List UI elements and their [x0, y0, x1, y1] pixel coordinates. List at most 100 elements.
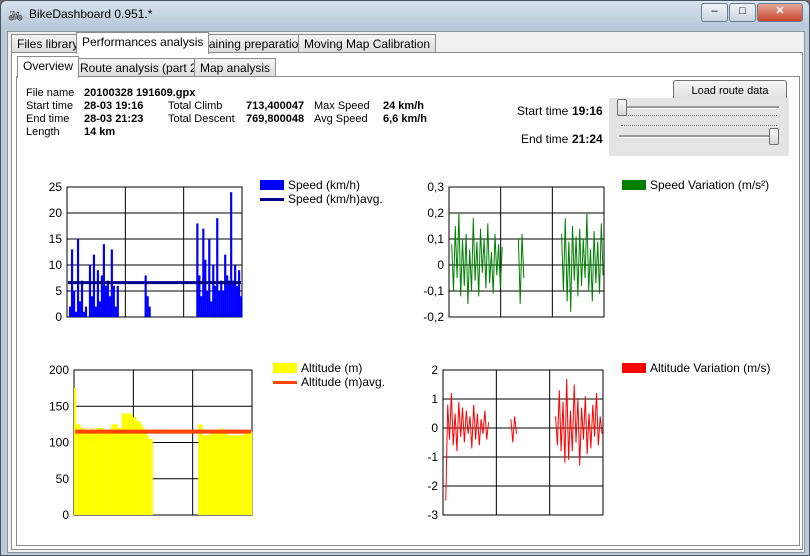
chart3-altitude-bar [241, 435, 244, 515]
chart3-altitude-bar [100, 428, 104, 515]
chart3-altitude-bar [204, 435, 207, 515]
chart3-altitude-bar [117, 428, 120, 515]
chart4-y-tick-label: 0 [431, 421, 438, 435]
total-descent-label: Total Descent [168, 113, 235, 125]
chart1-legend-swatch [260, 198, 284, 201]
start-slider-track[interactable] [619, 106, 779, 109]
chart3-altitude-bar [127, 413, 131, 515]
tab-moving-map-calibration[interactable]: Moving Map Calibration [298, 34, 437, 53]
chart3-altitude-bar [144, 429, 147, 515]
chart1-speed-bar [82, 311, 86, 317]
minimize-button[interactable]: – [701, 3, 728, 22]
subtab-overview[interactable]: Overview [17, 56, 80, 78]
chart1-speed-bar [222, 291, 225, 317]
chart3-altitude-bar [84, 431, 87, 515]
chart3-altitude-bar [113, 424, 116, 515]
chart3-altitude-bar [239, 435, 242, 515]
file-name-value: 20100328 191609.gpx [84, 87, 196, 99]
chart3-altitude-bar [247, 431, 251, 515]
chart1-legend-label: Speed (km/h) [288, 178, 360, 192]
chart3-altitude-bar [233, 435, 236, 515]
chart1-speed-bar [240, 296, 243, 317]
chart1-speed-bar [68, 306, 72, 317]
chart3-altitude-bar [78, 424, 81, 515]
chart3-y-tick-label: 100 [49, 436, 69, 450]
chart1-speed-bar [146, 296, 149, 317]
subtab-route-analysis[interactable]: Route analysis (part 2) [74, 58, 207, 77]
chart3-altitude-bar [148, 438, 151, 515]
end-slider-ticks [621, 125, 777, 129]
chart3-altitude-bar [136, 420, 139, 515]
tab-training-preparation[interactable]: Training preparation [192, 34, 311, 53]
start-slider-thumb[interactable] [617, 99, 627, 116]
client-area: Files library Performances analysis Trai… [7, 31, 805, 553]
chart1-speed-bar [116, 285, 119, 317]
chart3-altitude-bar [243, 431, 246, 515]
overview-panel: File name 20100328 191609.gpx Start time… [16, 76, 800, 546]
chart1-speed-bar [106, 280, 109, 317]
chart3-altitude-bar [208, 435, 211, 515]
chart1-y-tick-label: 25 [49, 180, 63, 194]
chart3-altitude-bar [88, 431, 91, 515]
maximize-button[interactable]: □ [729, 3, 756, 22]
chart2-y-tick-label: -0,1 [423, 284, 444, 298]
chart3-altitude-bar [249, 431, 253, 515]
chart2-y-tick-label: 0,1 [427, 232, 444, 246]
chart3-altitude-bar [102, 429, 106, 515]
chart3-altitude-bar [227, 435, 230, 515]
chart1-speed-bar [218, 291, 221, 317]
chart3-altitude-bar [229, 435, 232, 515]
avg-speed-value: 6,6 km/h [383, 113, 428, 125]
chart3-legend-swatch [273, 381, 297, 384]
chart1-speed-bar [72, 291, 76, 317]
chart1-speed-bar [96, 270, 100, 317]
end-time-value: 28-03 21:23 [84, 113, 144, 125]
window-title: BikeDashboard 0.951.* [29, 7, 153, 21]
chart3-altitude-bar [220, 428, 224, 515]
close-button[interactable]: ✕ [757, 3, 803, 22]
chart3-altitude-bar [119, 428, 122, 515]
chart1-speed-bar [94, 306, 98, 317]
chart1-speed-bar [90, 296, 94, 317]
chart1-speed-bar [148, 306, 151, 317]
chart1-speed-bar [196, 223, 199, 317]
chart3-y-tick-label: 200 [49, 363, 69, 377]
file-name-label: File name [26, 87, 75, 99]
chart3-altitude-bar [94, 429, 97, 515]
subtab-map-analysis[interactable]: Map analysis [194, 58, 277, 77]
chart4-legend-swatch [622, 363, 646, 373]
chart3-altitude-bar [210, 429, 213, 515]
title-bar[interactable]: 🚲︎ BikeDashboard 0.951.* – □ ✕ [1, 1, 809, 29]
chart1-legend-swatch [260, 180, 284, 190]
chart3-altitude-bar [214, 429, 218, 515]
chart3-altitude-bar [123, 413, 126, 515]
chart3-altitude-bar [125, 413, 129, 515]
chart1-legend-label: Speed (km/h)avg. [288, 192, 383, 206]
chart1-speed-bar [214, 285, 217, 317]
max-speed-label: Max Speed [314, 100, 370, 112]
chart4-y-tick-label: -3 [427, 508, 438, 522]
start-time-label: Start time [26, 100, 74, 112]
chart3-altitude-bar [212, 429, 215, 515]
chart1-speed-bar [112, 285, 115, 317]
chart1-speed-bar [200, 296, 203, 317]
charts-area: 0510152025 Speed (km/h)Speed (km/h)avg.-0… [49, 178, 771, 522]
chart3-altitude-bar [86, 431, 89, 515]
chart3-altitude-bar [82, 428, 85, 515]
chart1-y-tick-label: 5 [55, 284, 62, 298]
chart1-speed-bar [80, 280, 84, 317]
total-climb-label: Total Climb [168, 100, 223, 112]
chart4-y-tick-label: -1 [427, 450, 438, 464]
chart1-speed-bar [114, 306, 117, 317]
chart1-speed-bar [238, 270, 241, 317]
chart1-speed-bar [74, 311, 78, 317]
chart1-speed-bar [108, 296, 111, 317]
performances-panel: Overview Route analysis (part 2) Map ana… [11, 52, 803, 550]
chart2-y-tick-label: -0,2 [423, 310, 444, 324]
chart3-altitude-bar [115, 424, 118, 515]
chart1-y-tick-label: 10 [49, 258, 63, 272]
tab-files-library[interactable]: Files library [11, 34, 85, 53]
tab-performances-analysis[interactable]: Performances analysis [76, 32, 210, 54]
chart1-speed-bar [232, 280, 235, 317]
chart3-altitude-bar [129, 413, 133, 515]
